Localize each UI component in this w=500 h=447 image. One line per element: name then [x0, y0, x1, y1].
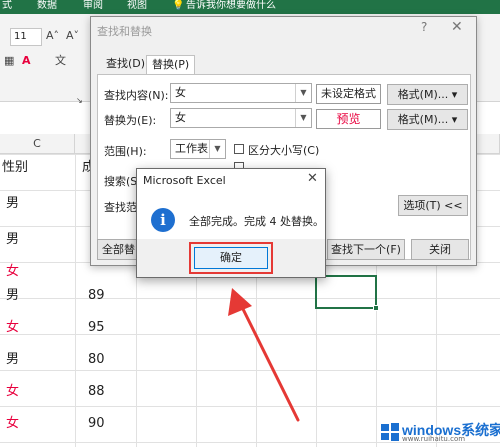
find-what-value: 女 [175, 86, 186, 99]
fill-handle[interactable] [373, 305, 379, 311]
scope-value: 工作表 [175, 142, 208, 155]
column-header-c[interactable]: C [0, 134, 75, 154]
help-icon[interactable]: ? [421, 20, 427, 34]
excel-message-box: Microsoft Excel ✕ i 全部完成。完成 4 处替换。 确定 [136, 168, 326, 278]
replace-with-label: 替换为(E): [104, 114, 157, 127]
dialog-launcher-icon[interactable]: ↘ [76, 96, 83, 105]
close-icon[interactable]: ✕ [451, 19, 463, 35]
arrow-shaft [238, 301, 300, 422]
format-button-label: 格式(M)... [397, 88, 449, 101]
gender-cell[interactable]: 男 [6, 350, 19, 370]
ribbon-tab-format[interactable]: 式 [2, 0, 12, 12]
format-button-replace[interactable]: 格式(M)... ▾ [387, 109, 468, 130]
lightbulb-icon: 💡 [172, 0, 185, 11]
ribbon-tab-bar: 式 数据 审阅 视图 💡 告诉我你想要做什么 [0, 0, 500, 14]
font-color-icon[interactable]: A [22, 54, 31, 67]
format-button-label: 格式(M)... [397, 113, 449, 126]
find-next-button[interactable]: 查找下一个(F) [327, 239, 405, 260]
message-box-title: Microsoft Excel [143, 174, 226, 187]
ribbon-tab-review[interactable]: 审阅 [83, 0, 103, 12]
scope-select[interactable]: 工作表 ▼ [170, 139, 226, 159]
watermark: windows系统家园 www.ruihaitu.com [380, 420, 500, 447]
ribbon-tab-view[interactable]: 视图 [127, 0, 147, 12]
tab-replace[interactable]: 替换(P) [146, 55, 196, 75]
info-icon: i [151, 208, 175, 232]
ok-highlight-annotation [189, 242, 273, 274]
dialog-title: 查找和替换 [97, 25, 152, 38]
gender-cell[interactable]: 男 [6, 286, 19, 306]
arrow-head [228, 288, 252, 316]
options-button[interactable]: 选项(T) << [398, 195, 468, 216]
close-icon[interactable]: ✕ [307, 171, 318, 186]
score-cell[interactable]: 80 [88, 350, 105, 370]
tab-find[interactable]: 查找(D) [101, 55, 150, 74]
phonetic-icon[interactable]: 文 [55, 52, 66, 68]
scope-label: 范围(H): [104, 145, 147, 158]
gender-cell[interactable]: 女 [6, 414, 19, 434]
grid-line [75, 154, 76, 447]
header-gender-cell[interactable]: 性别 [2, 158, 28, 178]
find-what-input[interactable]: 女 ▼ [170, 83, 312, 103]
message-text: 全部完成。完成 4 处替换。 [189, 215, 324, 228]
score-cell[interactable]: 89 [88, 286, 105, 306]
search-label: 搜索(S [104, 175, 138, 188]
gender-cell[interactable]: 女 [6, 318, 19, 338]
score-cell[interactable]: 90 [88, 414, 105, 434]
increase-font-icon[interactable]: A˄ [46, 29, 59, 42]
gender-cell[interactable]: 男 [6, 194, 19, 214]
replace-with-input[interactable]: 女 ▼ [170, 108, 312, 128]
border-icon[interactable]: ▦ [4, 54, 14, 67]
score-cell[interactable]: 88 [88, 382, 105, 402]
gender-cell[interactable]: 女 [6, 382, 19, 402]
preview-box: 预览 [316, 109, 381, 129]
score-cell[interactable]: 95 [88, 318, 105, 338]
selected-cell[interactable] [315, 275, 377, 309]
chevron-down-icon[interactable]: ▼ [295, 84, 311, 102]
ribbon-tab-data[interactable]: 数据 [37, 0, 57, 12]
chevron-down-icon[interactable]: ▼ [209, 140, 225, 158]
look-in-label: 查找范 [104, 201, 137, 214]
gender-cell[interactable]: 男 [6, 230, 19, 250]
gender-cell[interactable]: 女 [6, 262, 19, 282]
windows-logo-icon [381, 423, 399, 441]
tell-me-search[interactable]: 告诉我你想要做什么 [186, 0, 276, 12]
match-case-label: 区分大小写(C) [248, 144, 320, 157]
chevron-down-icon[interactable]: ▼ [295, 109, 311, 127]
no-format-set-box: 未设定格式 [316, 84, 381, 104]
watermark-url: www.ruihaitu.com [402, 435, 466, 443]
decrease-font-icon[interactable]: A˅ [66, 29, 79, 42]
font-size-select[interactable]: 11 [10, 28, 42, 46]
match-case-checkbox[interactable] [234, 144, 244, 154]
replace-with-value: 女 [175, 111, 186, 124]
format-button-find[interactable]: 格式(M)... ▾ [387, 84, 468, 105]
find-what-label: 查找内容(N): [104, 89, 169, 102]
close-button[interactable]: 关闭 [411, 239, 469, 260]
